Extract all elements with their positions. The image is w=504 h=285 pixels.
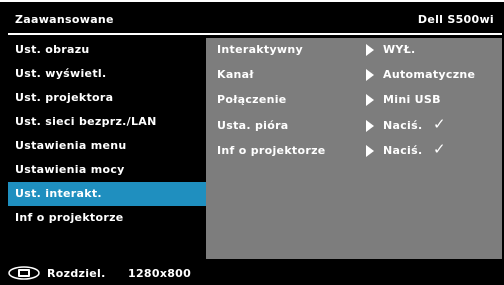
resolution-value: 1280x800 [128, 267, 192, 280]
sidebar-item-label: Ustawienia menu [15, 139, 127, 152]
checkmark-icon: ✓ [433, 115, 446, 133]
setting-value: Mini USB [383, 93, 441, 106]
projector-model: Dell S500wi [417, 13, 494, 26]
settings-panel: Interaktywny WYŁ. Kanał Automatyczne Poł… [206, 38, 502, 259]
setting-value: Naciś. [383, 119, 423, 132]
arrow-right-icon [366, 44, 374, 56]
setting-row-interactive[interactable]: Interaktywny WYŁ. [206, 38, 502, 62]
setting-label: Usta. pióra [217, 119, 289, 132]
sidebar-item-label: Inf o projektorze [15, 211, 124, 224]
sidebar-item-label: Ust. interakt. [15, 187, 102, 200]
osd-footer: Rozdziel. 1280x800 [0, 264, 504, 284]
setting-value: WYŁ. [383, 43, 416, 56]
sidebar-item-wireless-lan-settings[interactable]: Ust. sieci bezprz./LAN [8, 110, 206, 134]
sidebar-item-interactive-settings[interactable]: Ust. interakt. [8, 182, 206, 206]
resolution-label: Rozdziel. [47, 267, 106, 280]
arrow-right-icon [366, 120, 374, 132]
menu-title: Zaawansowane [15, 13, 114, 26]
sidebar-item-projector-settings[interactable]: Ust. projektora [8, 86, 206, 110]
sidebar-item-display-settings[interactable]: Ust. wyświetl. [8, 62, 206, 86]
projector-osd: Zaawansowane Dell S500wi Ust. obrazu Ust… [0, 2, 504, 285]
sidebar-item-projector-info[interactable]: Inf o projektorze [8, 206, 206, 230]
sidebar-item-label: Ust. projektora [15, 91, 114, 104]
setting-label: Kanał [217, 68, 254, 81]
sidebar-item-power-settings[interactable]: Ustawienia mocy [8, 158, 206, 182]
header-divider [8, 33, 502, 35]
checkmark-icon: ✓ [433, 140, 446, 158]
sidebar-item-menu-settings[interactable]: Ustawienia menu [8, 134, 206, 158]
setting-label: Interaktywny [217, 43, 303, 56]
setting-row-pen-settings[interactable]: Usta. pióra Naciś. ✓ [206, 114, 502, 138]
display-source-icon [8, 266, 40, 280]
setting-label: Inf o projektorze [217, 144, 326, 157]
setting-row-projector-info[interactable]: Inf o projektorze Naciś. ✓ [206, 139, 502, 163]
sidebar-item-label: Ust. wyświetl. [15, 67, 107, 80]
setting-row-connection[interactable]: Połączenie Mini USB [206, 88, 502, 112]
sidebar: Ust. obrazu Ust. wyświetl. Ust. projekto… [8, 38, 206, 230]
setting-value: Naciś. [383, 144, 423, 157]
setting-label: Połączenie [217, 93, 287, 106]
setting-row-channel[interactable]: Kanał Automatyczne [206, 63, 502, 87]
osd-header: Zaawansowane Dell S500wi [0, 10, 504, 32]
sidebar-item-label: Ust. sieci bezprz./LAN [15, 115, 157, 128]
arrow-right-icon [366, 145, 374, 157]
sidebar-item-image-settings[interactable]: Ust. obrazu [8, 38, 206, 62]
sidebar-item-label: Ustawienia mocy [15, 163, 125, 176]
arrow-right-icon [366, 69, 374, 81]
sidebar-item-label: Ust. obrazu [15, 43, 90, 56]
setting-value: Automatyczne [383, 68, 476, 81]
arrow-right-icon [366, 94, 374, 106]
